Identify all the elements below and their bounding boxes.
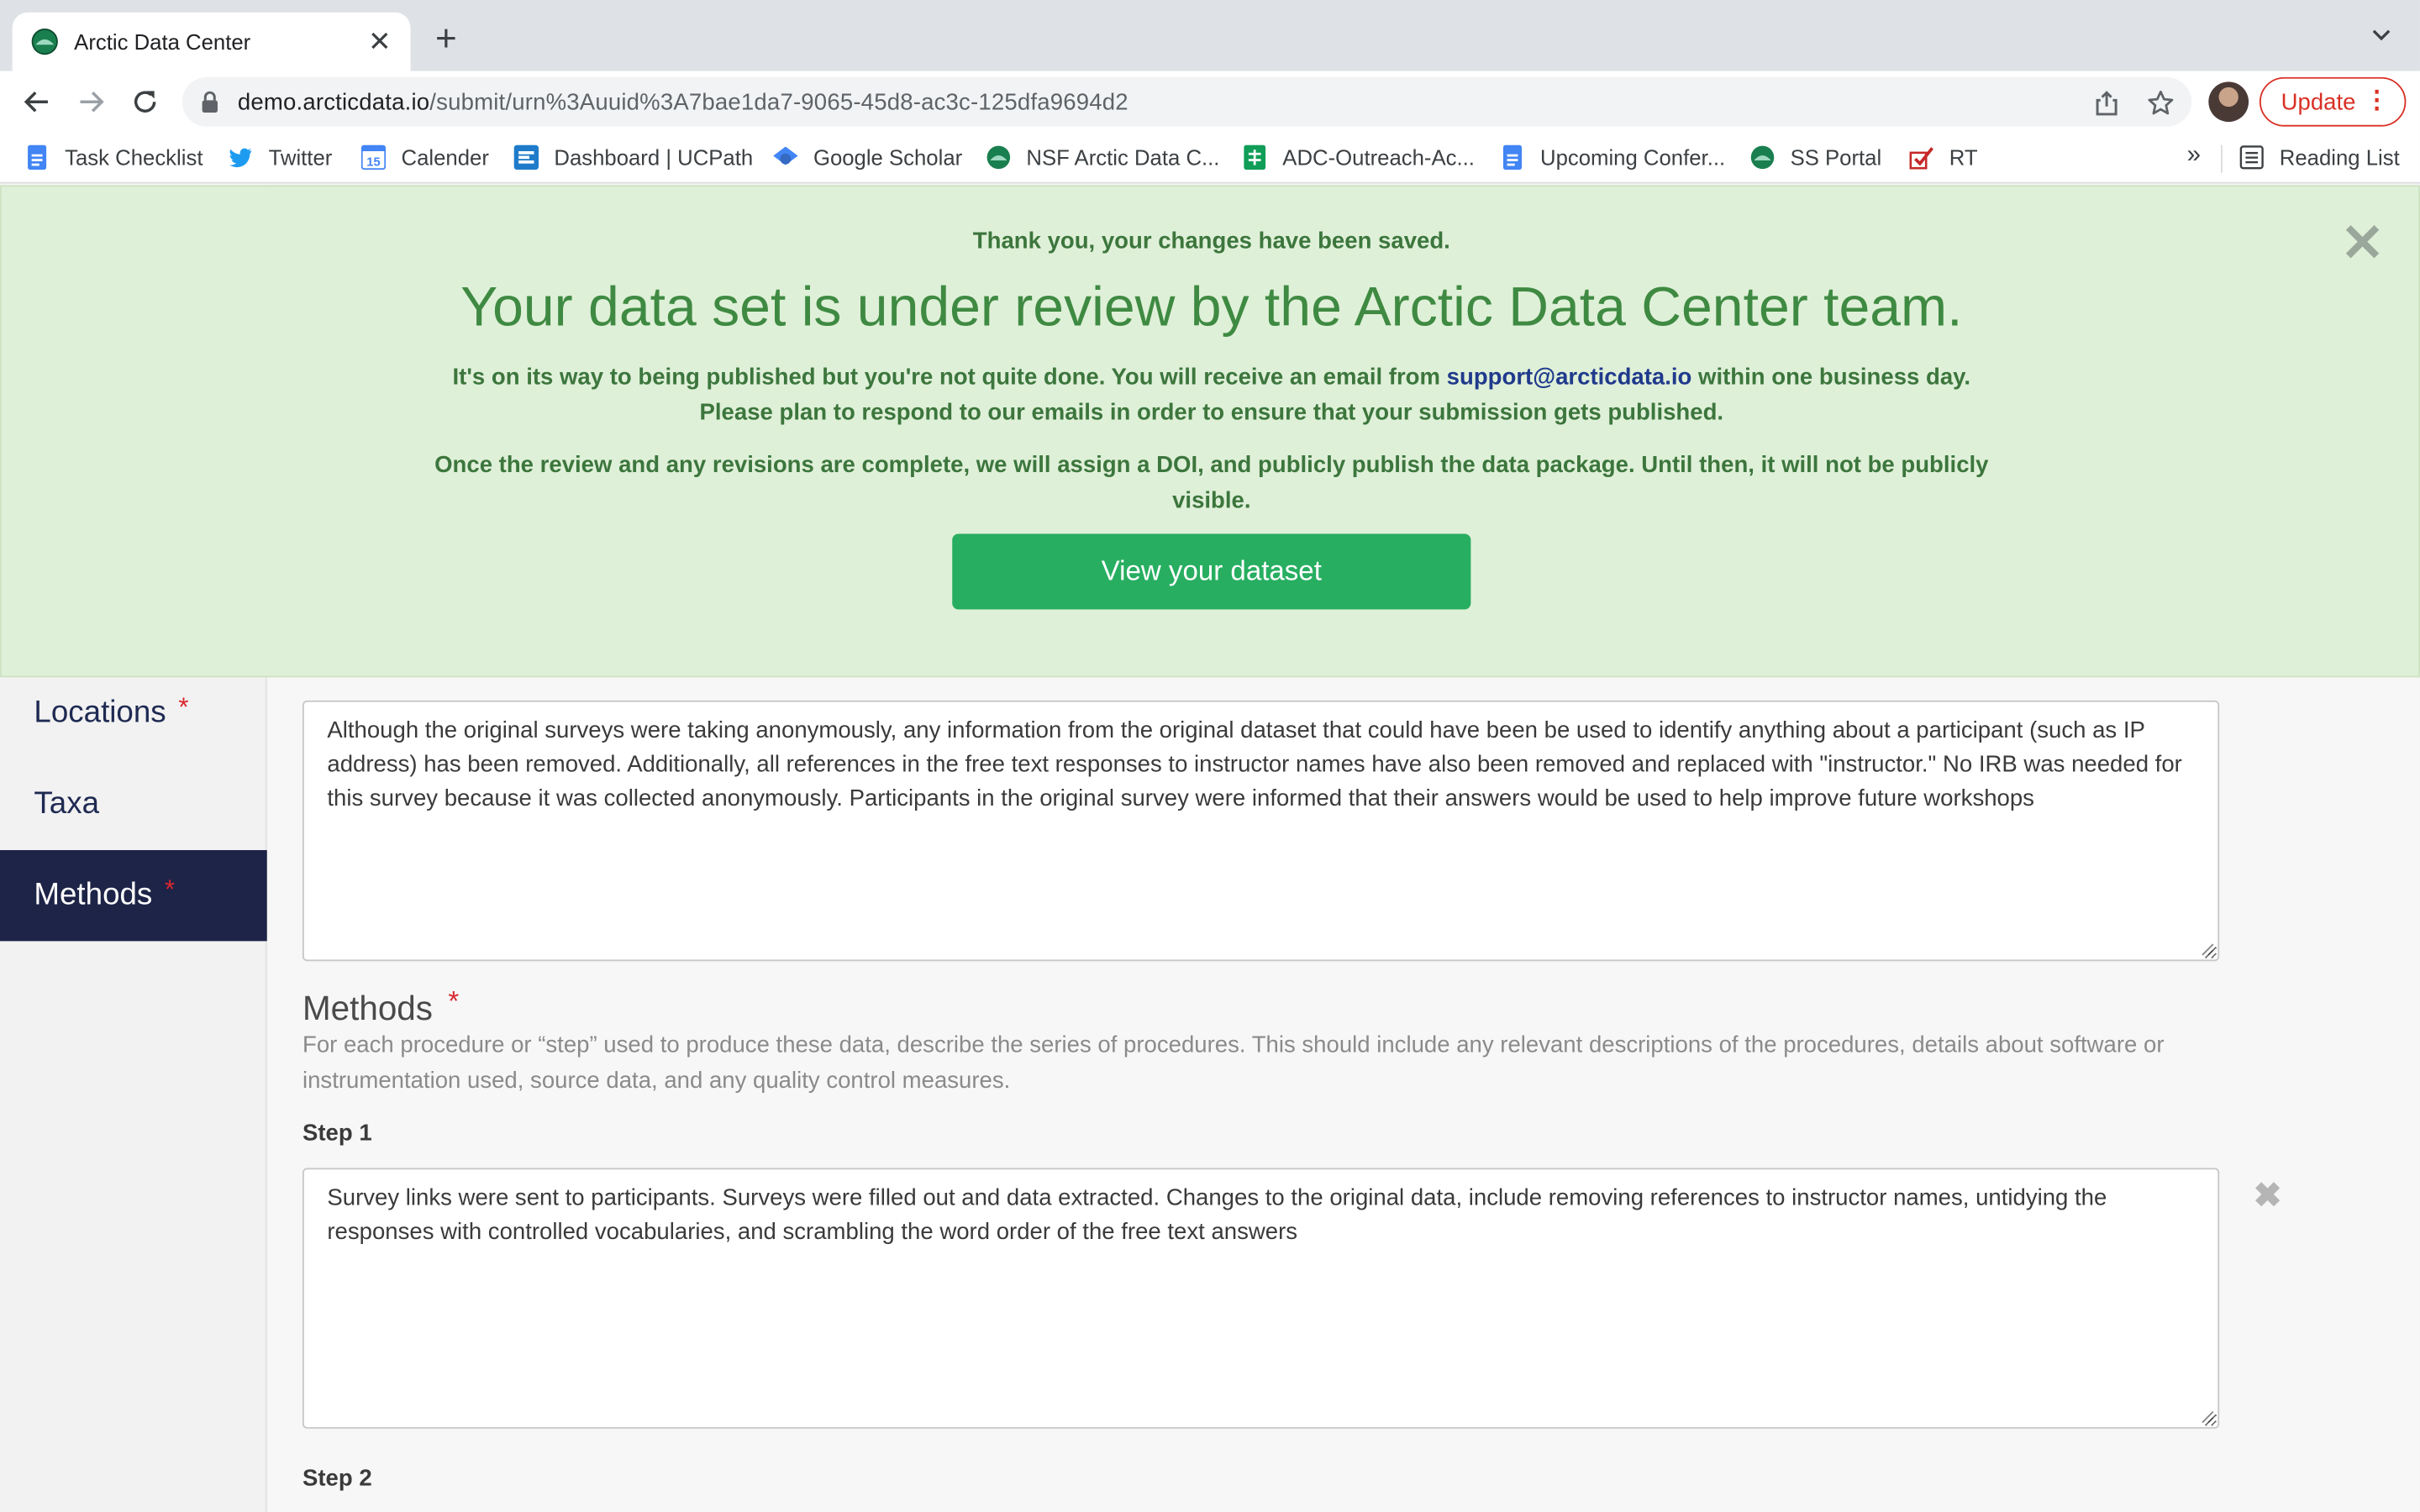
sidebar-item-locations[interactable]: Locations * <box>0 668 267 759</box>
step-1-label: Step 1 <box>302 1120 372 1147</box>
bookmarks-bar: Task Checklist Twitter 15 Calender Dashb… <box>0 132 2420 184</box>
saved-message: Thank you, your changes have been saved. <box>972 228 1450 255</box>
bookmark-task-checklist[interactable]: Task Checklist <box>24 144 203 171</box>
more-bookmarks-icon[interactable]: » <box>2187 142 2201 170</box>
screen: Arctic Data Center ✕ + demo.arcticdata.i… <box>0 0 2420 1512</box>
review-headline: Your data set is under review by the Arc… <box>460 274 1963 339</box>
bookmark-adc-outreach[interactable]: ADC-Outreach-Ac... <box>1243 144 1475 171</box>
bookmarks-divider <box>2221 144 2223 173</box>
browser-toolbar: demo.arcticdata.io/submit/urn%3Auuid%3A7… <box>0 71 2420 133</box>
review-info-line3: Once the review and any revisions are co… <box>434 452 1989 514</box>
view-dataset-button[interactable]: View your dataset <box>952 533 1471 610</box>
rt-icon <box>1909 145 1933 170</box>
bookmark-google-scholar[interactable]: Google Scholar <box>773 144 962 171</box>
reload-icon[interactable] <box>127 83 164 120</box>
step-2-label: Step 2 <box>302 1465 372 1493</box>
svg-text:15: 15 <box>366 155 380 169</box>
bookmark-rt[interactable]: RT <box>1909 144 1978 171</box>
review-info-line2: Please plan to respond to our emails in … <box>699 399 1724 426</box>
bookmark-upcoming-conferences[interactable]: Upcoming Confer... <box>1500 144 1725 171</box>
profile-avatar[interactable] <box>2208 81 2249 123</box>
bookmark-twitter[interactable]: Twitter <box>229 144 332 171</box>
step-1-textarea[interactable]: Survey links were sent to participants. … <box>302 1168 2220 1429</box>
forward-arrow-icon[interactable] <box>72 83 109 120</box>
new-tab-icon[interactable]: + <box>435 21 457 59</box>
required-marker: * <box>178 691 189 722</box>
resize-grip-icon[interactable] <box>2201 942 2215 957</box>
tab-strip: Arctic Data Center ✕ + <box>0 0 2420 71</box>
close-tab-icon[interactable]: ✕ <box>364 26 395 57</box>
required-marker: * <box>165 874 176 904</box>
back-arrow-icon[interactable] <box>18 83 55 120</box>
bookmark-dashboard-ucpath[interactable]: Dashboard | UCPath <box>513 144 753 171</box>
browser-tab[interactable]: Arctic Data Center ✕ <box>12 12 411 71</box>
support-email-link[interactable]: support@arcticdata.io <box>1447 364 1692 390</box>
submission-success-banner: ✕ Thank you, your changes have been save… <box>0 185 2420 678</box>
calendar-icon: 15 <box>360 144 387 171</box>
google-docs-icon <box>1500 144 1524 171</box>
arctic-data-icon <box>1750 145 1775 170</box>
arctic-data-icon <box>986 145 1011 170</box>
tab-title: Arctic Data Center <box>74 29 251 55</box>
bookmark-nsf-arctic-data[interactable]: NSF Arctic Data C... <box>986 144 1219 171</box>
sharing-considerations-textarea[interactable]: Although the original surveys were takin… <box>302 700 2220 962</box>
required-marker: * <box>448 985 460 1017</box>
methods-title: Methods * <box>302 985 460 1028</box>
more-vertical-icon: ⋮ <box>2364 87 2390 114</box>
methods-description: For each procedure or “step” used to pro… <box>302 1032 2165 1095</box>
google-sheets-icon <box>1243 144 1267 171</box>
arctic-data-favicon-icon <box>31 28 59 55</box>
remove-step-icon[interactable]: ✖ <box>2254 1178 2282 1212</box>
scholar-icon <box>773 145 798 170</box>
sidebar-item-methods[interactable]: Methods * <box>0 850 267 942</box>
bookmark-ss-portal[interactable]: SS Portal <box>1750 144 1881 171</box>
update-button[interactable]: Update ⋮ <box>2259 76 2407 127</box>
url-text[interactable]: demo.arcticdata.io/submit/urn%3Auuid%3A7… <box>238 89 1128 115</box>
sidebar-item-taxa[interactable]: Taxa <box>0 759 267 850</box>
lock-icon[interactable] <box>201 91 219 113</box>
twitter-icon <box>229 145 253 170</box>
ucpath-icon <box>513 144 539 171</box>
address-bar[interactable]: demo.arcticdata.io/submit/urn%3Auuid%3A7… <box>182 76 2192 127</box>
resize-grip-icon[interactable] <box>2201 1410 2215 1425</box>
reading-list-icon <box>2239 145 2264 170</box>
reading-list-button[interactable]: Reading List <box>2239 144 2400 171</box>
share-icon[interactable] <box>2093 90 2121 118</box>
tab-search-chevron-icon[interactable] <box>2370 24 2392 46</box>
google-docs-icon <box>24 144 49 171</box>
bookmark-star-icon[interactable] <box>2147 90 2175 118</box>
review-info-line1: It's on its way to being published but y… <box>452 364 1971 391</box>
bookmark-calender[interactable]: 15 Calender <box>360 144 489 171</box>
